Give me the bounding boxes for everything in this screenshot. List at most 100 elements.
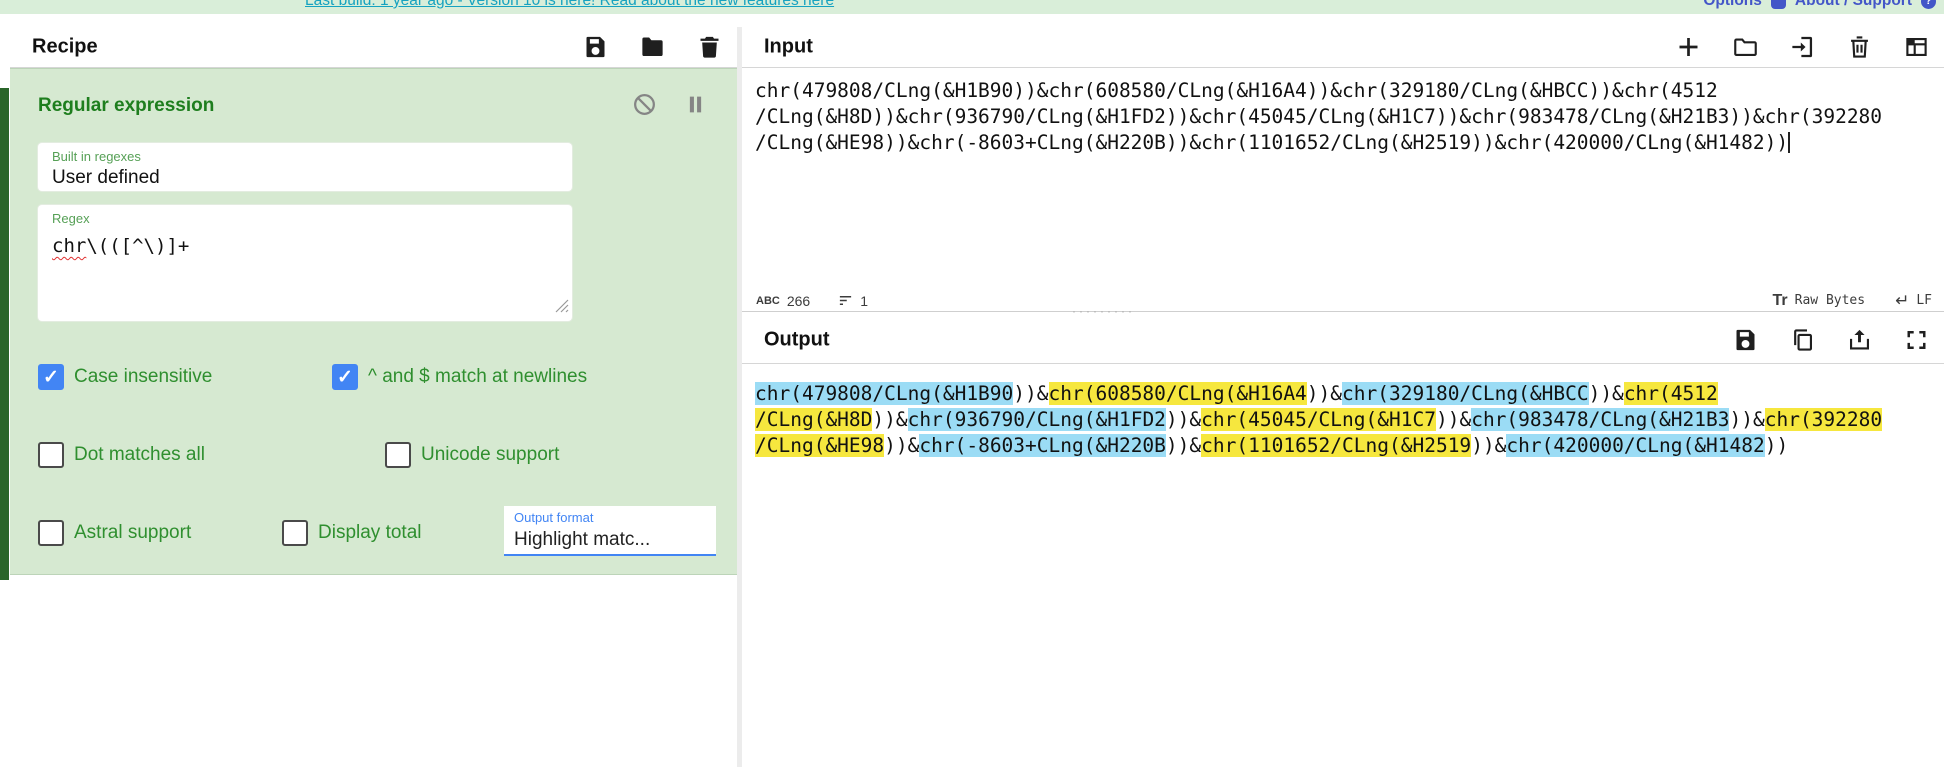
checkbox-label: ^ and $ match at newlines [368,366,588,387]
disable-operation-icon[interactable] [631,91,658,118]
recipe-title: Recipe [32,35,98,58]
about-support-button[interactable]: About / Support [1795,0,1912,10]
output-toolbar [1702,326,1930,353]
checkbox-box[interactable] [385,442,411,468]
regex-match-highlight: chr(936790/CLng(&H1FD2 [907,408,1166,431]
output-area: chr(479808/CLng(&H1B90))&chr(608580/CLng… [742,364,1944,767]
regex-match-highlight: chr(392280 [1764,408,1883,431]
output-text-segment: ))& [1435,408,1472,431]
input-toolbar [1645,34,1930,61]
input-line: /CLng(&HE98))&chr(-8603+CLng(&H220B))&ch… [755,130,1944,156]
input-title: Input [764,35,813,58]
checkbox-box[interactable] [282,520,308,546]
clear-io-trash-icon[interactable] [1846,34,1873,61]
output-format-select[interactable]: Output format Highlight matc... [504,506,716,556]
output-text-segment: ))& [1588,382,1624,405]
regex-match-highlight: /CLng(&HE98 [755,434,885,457]
input-encoding[interactable]: Tr Raw Bytes [1773,292,1866,310]
eol-icon: ↵ [1895,290,1910,310]
regex-match-highlight: /CLng(&H8D [755,408,873,431]
regex-match-highlight: chr(608580/CLng(&H16A4 [1048,382,1307,405]
checkbox-case-insensitive[interactable]: Case insensitive [38,364,212,390]
checkbox-box[interactable] [38,520,64,546]
operation-controls [607,91,709,118]
builtin-regexes-label: Built in regexes [52,149,141,164]
regex-match-highlight: chr(479808/CLng(&H1B90 [755,382,1014,405]
reset-layout-grid-icon[interactable] [1903,34,1930,61]
help-icon[interactable]: ? [1921,0,1936,9]
checkbox-box[interactable] [38,364,64,390]
output-line: chr(479808/CLng(&H1B90))&chr(608580/CLng… [755,381,1944,407]
character-count-icon: ABC [756,294,780,307]
add-input-tab-icon[interactable] [1675,34,1702,61]
line-count-icon [838,293,853,308]
regex-match-highlight: chr(45045/CLng(&H1C7 [1201,408,1436,431]
textarea-resize-handle[interactable] [555,299,569,318]
replace-input-with-output-icon[interactable] [1846,326,1873,353]
builtin-regexes-select[interactable]: Built in regexes User defined [38,143,572,191]
output-text-segment: ))& [1471,434,1507,457]
options-gear-icon[interactable] [1770,0,1786,9]
input-textarea[interactable]: chr(479808/CLng(&H1B90))&chr(608580/CLng… [742,68,1944,290]
load-recipe-folder-icon[interactable] [639,34,666,61]
output-text-segment: ))& [872,408,908,431]
regex-match-highlight: chr(1101652/CLng(&H2519 [1201,434,1472,457]
regex-match-highlight: chr(329180/CLng(&HBCC [1342,382,1589,405]
checkbox-box[interactable] [38,442,64,468]
input-line: /CLng(&H8D))&chr(936790/CLng(&H1FD2))&ch… [755,105,1883,128]
checkbox-dot-matches-all[interactable]: Dot matches all [38,442,205,468]
maximize-output-icon[interactable] [1903,326,1930,353]
output-format-label: Output format [514,510,594,525]
open-folder-input-icon[interactable] [1732,34,1759,61]
input-eol[interactable]: ↵ LF [1895,291,1932,311]
checkbox-label: Unicode support [421,444,560,465]
copy-output-icon[interactable] [1789,326,1816,353]
open-file-input-icon[interactable] [1789,34,1816,61]
checkbox-label: Case insensitive [74,366,213,387]
breakpoint-pause-icon[interactable] [682,91,709,118]
text-cursor [1788,132,1791,153]
line-count: 1 [838,293,868,309]
input-header: Input [742,27,1944,68]
regex-match-highlight: chr(-8603+CLng(&H220B [919,434,1166,457]
output-text: chr(479808/CLng(&H1B90))&chr(608580/CLng… [755,381,1944,459]
checkbox-caret-dollar-newlines[interactable]: ^ and $ match at newlines [332,364,587,390]
recipe-toolbar [552,34,723,61]
output-text-segment: ))& [1306,382,1343,405]
operation-title: Regular expression [38,95,215,116]
cyberchef-app: Last build: 1 year ago - Version 10 is h… [0,0,1944,767]
output-text-segment: ))& [1165,408,1202,431]
recipe-header: Recipe [10,27,737,68]
input-status-bar: ABC 266 1 Tr Raw Bytes ↵ LF [742,290,1944,311]
regex-textarea[interactable]: Regex chr\(([^\)]+ [38,205,572,321]
character-count-value: 266 [786,292,811,309]
regex-value: chr\(([^\)]+ [52,235,189,257]
output-line: /CLng(&H8D))&chr(936790/CLng(&H1FD2))&ch… [755,407,1944,433]
output-text-segment: ))& [1165,434,1202,457]
output-format-value: Highlight matc... [514,529,651,550]
save-output-icon[interactable] [1732,326,1759,353]
operations-scrollbar[interactable] [0,88,9,580]
checkbox-box[interactable] [332,364,358,390]
regex-match-highlight: chr(420000/CLng(&H1482 [1506,434,1765,457]
version-announcement-link[interactable]: Last build: 1 year ago - Version 10 is h… [305,0,834,10]
checkbox-display-total[interactable]: Display total [282,520,422,546]
checkbox-astral-support[interactable]: Astral support [38,520,191,546]
output-line: /CLng(&HE98))&chr(-8603+CLng(&H220B))&ch… [755,433,1944,459]
checkbox-label: Astral support [74,522,192,543]
encoding-icon: Tr [1772,291,1788,309]
regex-value-rest: \(([^\)]+ [86,235,190,257]
input-line: chr(479808/CLng(&H1B90))&chr(608580/CLng… [755,79,1718,102]
options-button[interactable]: Options [1703,0,1762,10]
output-header: Output [742,316,1944,364]
save-recipe-icon[interactable] [582,34,609,61]
encoding-value: Raw Bytes [1794,293,1866,308]
clear-recipe-trash-icon[interactable] [696,34,723,61]
builtin-regexes-value: User defined [52,167,160,188]
checkbox-unicode-support[interactable]: Unicode support [385,442,559,468]
output-text-segment: ))& [1013,382,1049,405]
line-count-value: 1 [860,292,868,309]
output-text-segment: )) [1764,434,1789,457]
input-line-text: /CLng(&HE98))&chr(-8603+CLng(&H220B))&ch… [755,131,1789,154]
character-count: ABC 266 [756,293,810,309]
